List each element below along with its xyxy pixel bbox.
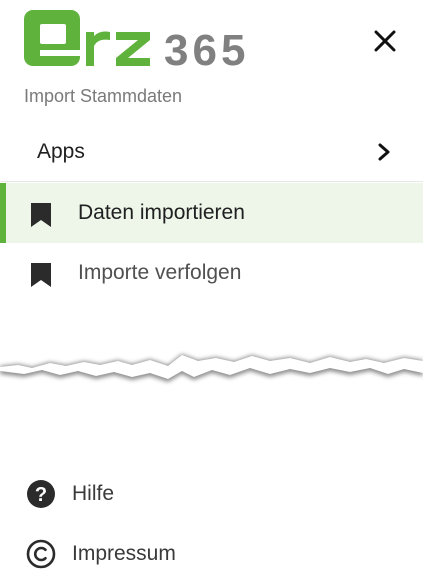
help-link[interactable]: ? Hilfe <box>0 468 423 520</box>
page-subtitle: Import Stammdaten <box>24 86 183 106</box>
impressum-label: Impressum <box>72 542 176 565</box>
close-icon <box>374 30 396 52</box>
brz-365-logo: 365 <box>24 10 249 70</box>
torn-edge-divider <box>0 354 423 382</box>
nav-item-importe-verfolgen[interactable]: Importe verfolgen <box>0 243 423 303</box>
active-indicator <box>0 183 6 243</box>
apps-menu-item[interactable]: Apps <box>0 122 423 182</box>
logo-365-text: 365 <box>164 26 249 70</box>
nav-item-label: Daten importieren <box>78 201 245 224</box>
nav-item-label: Importe verfolgen <box>78 261 242 284</box>
bookmark-icon <box>31 203 51 227</box>
nav-item-daten-importieren[interactable]: Daten importieren <box>0 183 423 243</box>
help-label: Hilfe <box>72 482 115 505</box>
header: 365 Import Stammdaten <box>0 0 423 130</box>
impressum-link[interactable]: Impressum <box>0 528 423 580</box>
close-button[interactable] <box>370 26 400 56</box>
bookmark-icon <box>31 263 51 287</box>
chevron-right-icon <box>378 143 390 161</box>
help-icon: ? <box>27 480 55 508</box>
svg-text:?: ? <box>35 484 47 506</box>
apps-label: Apps <box>37 139 85 163</box>
copyright-icon <box>26 539 56 569</box>
